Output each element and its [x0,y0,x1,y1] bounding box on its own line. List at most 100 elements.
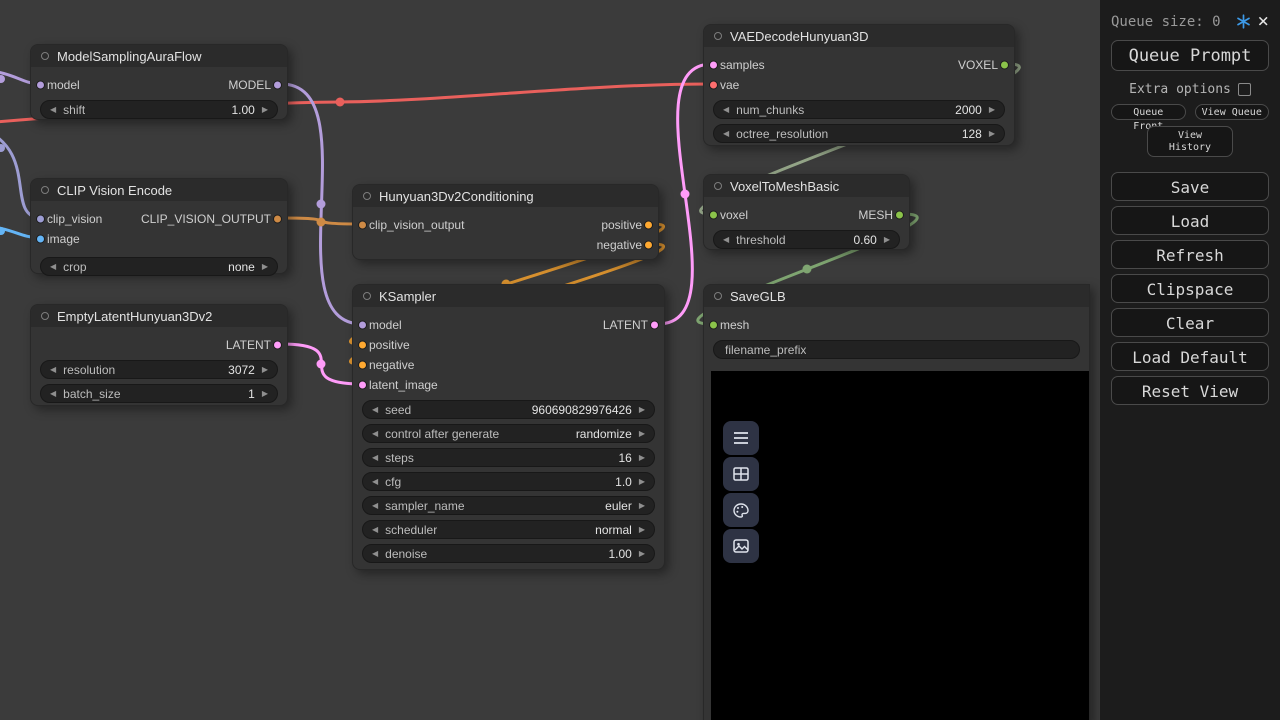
decrement-arrow[interactable]: ◀ [50,366,56,374]
threshold-widget[interactable]: ◀ threshold 0.60 ▶ [713,230,900,249]
input-slot-dot[interactable] [358,221,367,230]
decrement-arrow[interactable]: ◀ [372,502,378,510]
decrement-arrow[interactable]: ◀ [50,106,56,114]
queue-front-button[interactable]: Queue Front [1111,104,1186,120]
num-chunks-widget[interactable]: ◀ num_chunks 2000 ▶ [713,100,1005,119]
resolution-widget[interactable]: ◀ resolution 3072 ▶ [40,360,278,379]
grid-icon[interactable] [723,457,759,491]
increment-arrow[interactable]: ▶ [639,430,645,438]
output-slot-dot[interactable] [895,211,904,220]
node-title-bar[interactable]: VoxelToMeshBasic [704,175,909,197]
widget-label: shift [63,103,85,117]
output-slot-dot[interactable] [1000,61,1009,70]
snowflake-icon[interactable] [1236,14,1251,29]
increment-arrow[interactable]: ▶ [262,106,268,114]
input-slot-dot[interactable] [358,321,367,330]
increment-arrow[interactable]: ▶ [262,263,268,271]
view-queue-button[interactable]: View Queue [1195,104,1270,120]
node-hunyuan3d-conditioning[interactable]: Hunyuan3Dv2Conditioning clip_vision_outp… [352,184,659,260]
input-slot-dot[interactable] [709,81,718,90]
node-title-bar[interactable]: KSampler [353,285,664,307]
refresh-button[interactable]: Refresh [1111,240,1269,269]
save-button[interactable]: Save [1111,172,1269,201]
output-slot-dot[interactable] [273,341,282,350]
increment-arrow[interactable]: ▶ [989,130,995,138]
decrement-arrow[interactable]: ◀ [723,106,729,114]
node-title-bar[interactable]: SaveGLB [704,285,1089,307]
input-slot-dot[interactable] [358,341,367,350]
shift-widget[interactable]: ◀ shift 1.00 ▶ [40,100,278,119]
decrement-arrow[interactable]: ◀ [50,263,56,271]
increment-arrow[interactable]: ▶ [639,526,645,534]
load-button[interactable]: Load [1111,206,1269,235]
node-title-bar[interactable]: VAEDecodeHunyuan3D [704,25,1014,47]
decrement-arrow[interactable]: ◀ [723,236,729,244]
output-slot-dot[interactable] [644,221,653,230]
node-title-bar[interactable]: EmptyLatentHunyuan3Dv2 [31,305,287,327]
increment-arrow[interactable]: ▶ [639,478,645,486]
node-title-bar[interactable]: ModelSamplingAuraFlow [31,45,287,67]
scheduler-widget[interactable]: ◀ scheduler normal ▶ [362,520,655,539]
filename-prefix-widget[interactable]: filename_prefix [713,340,1080,359]
decrement-arrow[interactable]: ◀ [372,406,378,414]
output-slot-dot[interactable] [650,321,659,330]
clipspace-button[interactable]: Clipspace [1111,274,1269,303]
input-slot-dot[interactable] [36,81,45,90]
input-slot-dot[interactable] [358,381,367,390]
reset-view-button[interactable]: Reset View [1111,376,1269,405]
node-empty-latent-hunyuan3d[interactable]: EmptyLatentHunyuan3Dv2 LATENT ◀ resoluti… [30,304,288,406]
increment-arrow[interactable]: ▶ [884,236,890,244]
node-ksampler[interactable]: KSampler model LATENT positive negative [352,284,665,570]
extra-options-checkbox[interactable] [1238,83,1251,96]
output-slot-dot[interactable] [273,215,282,224]
output-slot-dot[interactable] [273,81,282,90]
menu-icon[interactable] [723,421,759,455]
clear-button[interactable]: Clear [1111,308,1269,337]
image-icon[interactable] [723,529,759,563]
increment-arrow[interactable]: ▶ [639,550,645,558]
decrement-arrow[interactable]: ◀ [372,526,378,534]
3d-preview-viewport[interactable] [711,371,1089,720]
view-history-button[interactable]: View History [1147,126,1233,157]
node-title-bar[interactable]: Hunyuan3Dv2Conditioning [353,185,658,207]
node-title-bar[interactable]: CLIP Vision Encode [31,179,287,201]
node-vae-decode-hunyuan3d[interactable]: VAEDecodeHunyuan3D samples VOXEL vae ◀ n… [703,24,1015,146]
node-save-glb[interactable]: SaveGLB mesh filename_prefix [703,284,1090,720]
batch-size-widget[interactable]: ◀ batch_size 1 ▶ [40,384,278,403]
palette-icon[interactable] [723,493,759,527]
sampler-name-widget[interactable]: ◀ sampler_name euler ▶ [362,496,655,515]
crop-widget[interactable]: ◀ crop none ▶ [40,257,278,276]
input-slot-dot[interactable] [358,361,367,370]
cfg-widget[interactable]: ◀ cfg 1.0 ▶ [362,472,655,491]
increment-arrow[interactable]: ▶ [639,406,645,414]
increment-arrow[interactable]: ▶ [262,390,268,398]
control-after-generate-widget[interactable]: ◀ control after generate randomize ▶ [362,424,655,443]
queue-prompt-button[interactable]: Queue Prompt [1111,40,1269,71]
increment-arrow[interactable]: ▶ [639,454,645,462]
seed-widget[interactable]: ◀ seed 960690829976426 ▶ [362,400,655,419]
decrement-arrow[interactable]: ◀ [50,390,56,398]
comfyui-canvas[interactable]: ModelSamplingAuraFlow model MODEL ◀ shif… [0,0,1280,720]
input-slot-dot[interactable] [36,215,45,224]
close-icon[interactable]: × [1258,12,1269,31]
decrement-arrow[interactable]: ◀ [372,550,378,558]
decrement-arrow[interactable]: ◀ [372,430,378,438]
increment-arrow[interactable]: ▶ [639,502,645,510]
node-voxel-to-mesh-basic[interactable]: VoxelToMeshBasic voxel MESH ◀ threshold … [703,174,910,250]
increment-arrow[interactable]: ▶ [989,106,995,114]
input-slot-dot[interactable] [709,321,718,330]
output-slot-dot[interactable] [644,241,653,250]
decrement-arrow[interactable]: ◀ [372,478,378,486]
decrement-arrow[interactable]: ◀ [723,130,729,138]
input-slot-dot[interactable] [709,61,718,70]
node-model-sampling-auraflow[interactable]: ModelSamplingAuraFlow model MODEL ◀ shif… [30,44,288,120]
load-default-button[interactable]: Load Default [1111,342,1269,371]
increment-arrow[interactable]: ▶ [262,366,268,374]
input-slot-dot[interactable] [709,211,718,220]
node-clip-vision-encode[interactable]: CLIP Vision Encode clip_vision CLIP_VISI… [30,178,288,274]
steps-widget[interactable]: ◀ steps 16 ▶ [362,448,655,467]
input-slot-dot[interactable] [36,235,45,244]
decrement-arrow[interactable]: ◀ [372,454,378,462]
denoise-widget[interactable]: ◀ denoise 1.00 ▶ [362,544,655,563]
octree-resolution-widget[interactable]: ◀ octree_resolution 128 ▶ [713,124,1005,143]
